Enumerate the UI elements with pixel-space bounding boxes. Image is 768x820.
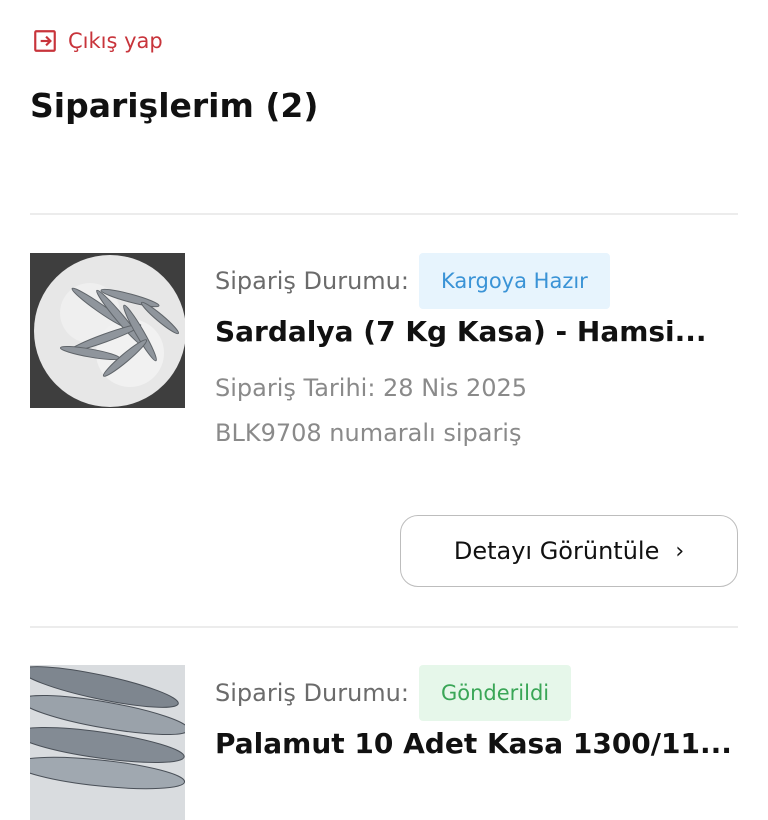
order-card: Sipariş Durumu: Kargoya Hazır Sardalya (… bbox=[30, 253, 738, 593]
chevron-right-icon: › bbox=[675, 538, 685, 564]
status-row: Sipariş Durumu: Kargoya Hazır bbox=[215, 253, 610, 309]
product-name: Sardalya (7 Kg Kasa) - Hamsi... bbox=[215, 315, 707, 348]
divider bbox=[30, 626, 738, 628]
page-title: Siparişlerim (2) bbox=[30, 86, 319, 125]
logout-label: Çıkış yap bbox=[68, 29, 163, 53]
product-image bbox=[30, 253, 185, 408]
logout-link[interactable]: Çıkış yap bbox=[32, 28, 163, 54]
order-number: BLK9708 numaralı sipariş bbox=[215, 419, 522, 447]
status-badge: Gönderildi bbox=[418, 665, 572, 721]
product-name: Palamut 10 Adet Kasa 1300/11... bbox=[215, 727, 732, 760]
order-date: Sipariş Tarihi: 28 Nis 2025 bbox=[215, 374, 528, 402]
view-details-button[interactable]: Detayı Görüntüle › bbox=[400, 515, 738, 587]
product-image bbox=[30, 665, 185, 820]
status-label: Sipariş Durumu: bbox=[215, 267, 409, 295]
divider bbox=[30, 213, 738, 215]
status-label: Sipariş Durumu: bbox=[215, 679, 409, 707]
view-details-label: Detayı Görüntüle bbox=[453, 537, 660, 565]
status-row: Sipariş Durumu: Gönderildi bbox=[215, 665, 572, 721]
status-badge: Kargoya Hazır bbox=[418, 253, 610, 309]
logout-icon bbox=[34, 30, 56, 52]
order-card: Sipariş Durumu: Gönderildi Palamut 10 Ad… bbox=[30, 665, 738, 820]
